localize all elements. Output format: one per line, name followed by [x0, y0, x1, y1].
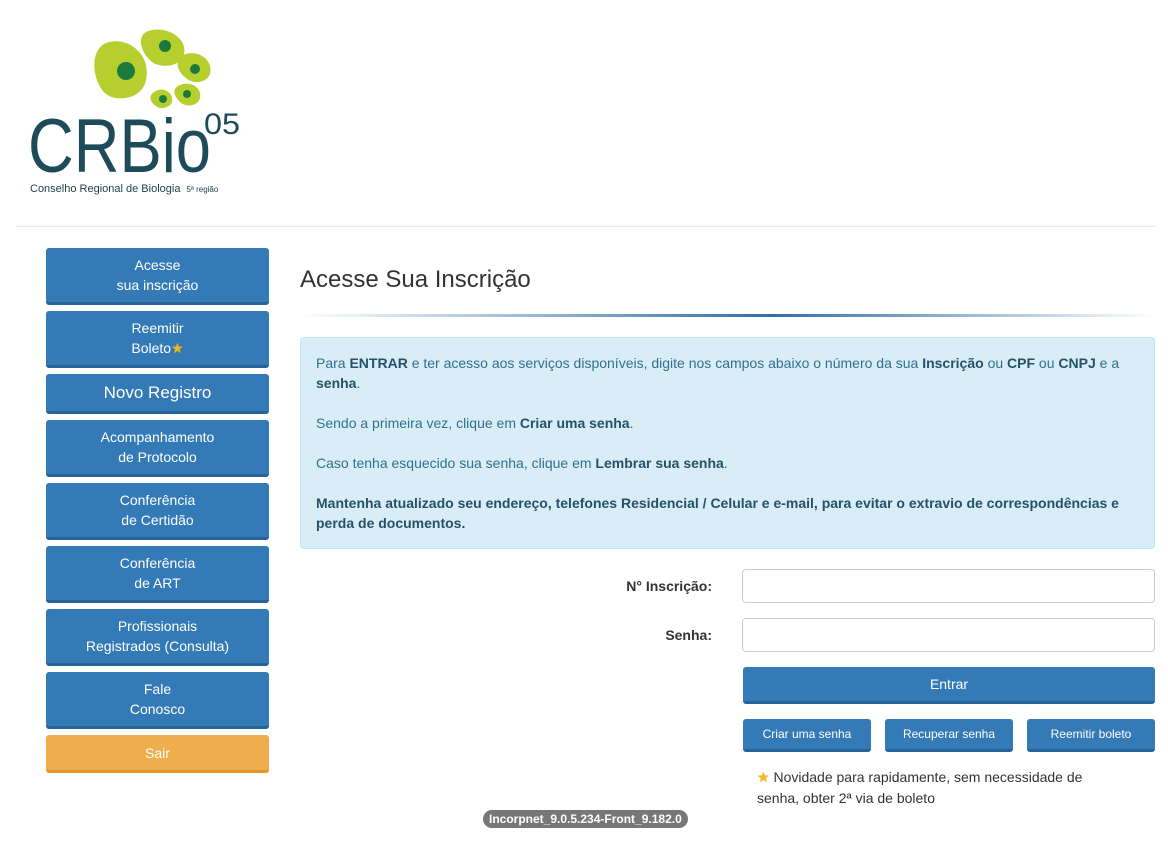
page-title: Acesse Sua Inscrição [300, 266, 531, 293]
sidebar-nav: Acesse sua inscrição Reemitir Boleto★ No… [46, 248, 269, 779]
info-paragraph-first-time: Sendo a primeira vez, clique em Criar um… [316, 415, 634, 431]
sidebar-item-sublabel: Registrados (Consulta) [85, 638, 230, 654]
crbio-logo: CRBio 05 Conselho Regional de Biologia 5ª… [28, 22, 248, 204]
logo-region: 5ª região [186, 185, 219, 194]
senha-label: Senha: [665, 627, 712, 643]
sidebar-item-label: Reemitir [131, 320, 184, 336]
info-alert: Para ENTRAR e ter acesso aos serviços di… [300, 337, 1155, 549]
sidebar-item-label: Sair [145, 744, 170, 761]
sidebar-item-novo-registro[interactable]: Novo Registro [46, 374, 269, 414]
sidebar-item-label: Profissionais [117, 618, 198, 634]
sidebar-item-profissionais-registrados[interactable]: Profissionais Registrados (Consulta) [46, 609, 269, 666]
sidebar-item-label: Conferência [119, 555, 196, 571]
header-divider [15, 226, 1155, 227]
sidebar-item-reemitir-boleto[interactable]: Reemitir Boleto★ [46, 311, 269, 368]
senha-input[interactable] [742, 618, 1155, 652]
info-paragraph-forgot: Caso tenha esquecido sua senha, clique e… [316, 455, 728, 471]
sidebar-item-sublabel: de Certidão [121, 512, 194, 528]
crbio-logo-graphic: CRBio 05 [28, 29, 240, 182]
criar-senha-button[interactable]: Criar uma senha [743, 719, 871, 752]
inscricao-input[interactable] [742, 569, 1155, 603]
sidebar-item-label: Novo Registro [103, 382, 212, 402]
star-icon: ★ [757, 769, 770, 785]
logo-wordmark: CRBio [28, 104, 211, 182]
sidebar-item-sublabel: Boleto [131, 340, 172, 356]
star-icon: ★ [171, 340, 184, 356]
sidebar-item-sublabel: de Protocolo [118, 449, 197, 465]
recuperar-senha-button[interactable]: Recuperar senha [885, 719, 1013, 752]
sidebar-item-sublabel: sua inscrição [116, 277, 199, 293]
logo-superscript: 05 [204, 108, 240, 141]
sidebar-item-sublabel: de ART [134, 575, 181, 591]
logo-subtitle: Conselho Regional de Biologia 5ª região [30, 183, 218, 195]
info-paragraph-update: Mantenha atualizado seu endereço, telefo… [316, 495, 1119, 531]
sidebar-item-conferencia-art[interactable]: Conferência de ART [46, 546, 269, 603]
boleto-note-text: Novidade para rapidamente, sem necessida… [757, 769, 1083, 806]
version-badge: Incorpnet_9.0.5.234-Front_9.182.0 [483, 810, 688, 828]
sidebar-item-fale-conosco[interactable]: Fale Conosco [46, 672, 269, 729]
sidebar-item-label: Conferência [119, 492, 196, 508]
logo-subtitle-text: Conselho Regional de Biologia [30, 183, 181, 195]
inscricao-label: N° Inscrição: [626, 578, 712, 594]
sidebar-item-label: Acompanhamento [100, 429, 215, 445]
entrar-button[interactable]: Entrar [743, 667, 1155, 704]
sidebar-item-label: Fale [143, 681, 172, 697]
sidebar-item-conferencia-certidao[interactable]: Conferência de Certidão [46, 483, 269, 540]
sidebar-item-acesse-inscricao[interactable]: Acesse sua inscrição [46, 248, 269, 305]
title-divider [300, 314, 1155, 317]
sidebar-item-sair[interactable]: Sair [46, 735, 269, 773]
info-paragraph-enter: Para ENTRAR e ter acesso aos serviços di… [316, 355, 1120, 391]
sidebar-item-acompanhamento-protocolo[interactable]: Acompanhamento de Protocolo [46, 420, 269, 477]
boleto-note: ★ Novidade para rapidamente, sem necessi… [757, 767, 1117, 809]
reemitir-boleto-button[interactable]: Reemitir boleto [1027, 719, 1155, 752]
sidebar-item-label: Acesse [134, 257, 181, 273]
sidebar-item-sublabel: Conosco [129, 701, 186, 717]
